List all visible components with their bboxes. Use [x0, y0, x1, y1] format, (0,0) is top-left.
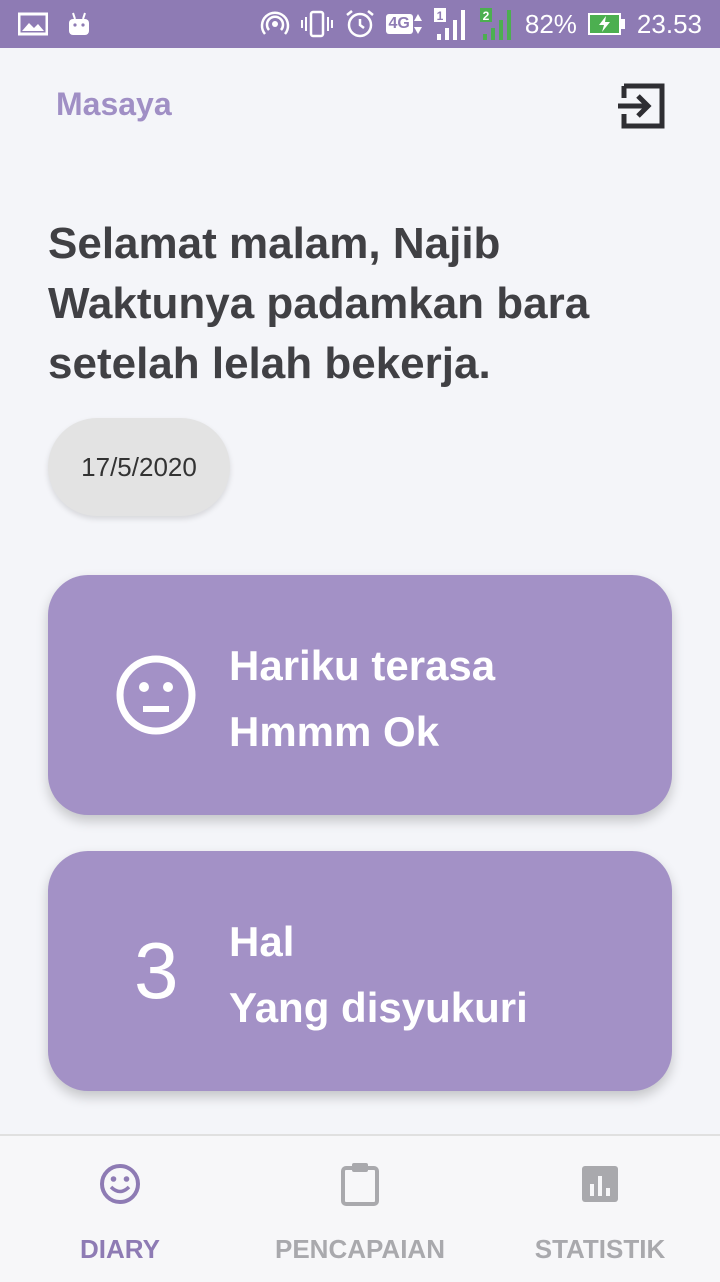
mood-text: Hariku terasa Hmmm Ok [229, 633, 495, 765]
svg-text:2: 2 [483, 9, 490, 23]
battery-percent: 82% [524, 8, 577, 39]
app-title: Masaya [56, 86, 172, 122]
greeting-line: Selamat malam, Najib [48, 219, 501, 268]
gratitude-text: Hal Yang disyukuri [229, 909, 528, 1041]
gratitude-sublabel: Yang disyukuri [229, 984, 528, 1031]
vibrate-icon [300, 9, 334, 39]
exit-icon [618, 83, 665, 129]
nav-item-diary[interactable]: DIARY [0, 1136, 240, 1282]
android-notification-icon [66, 11, 92, 37]
clipboard-icon [341, 1163, 379, 1206]
nav-label: STATISTIK [534, 1234, 666, 1264]
logout-button[interactable] [612, 76, 672, 136]
mood-value: Hmmm Ok [229, 708, 440, 755]
svg-text:1: 1 [437, 9, 444, 23]
greeting-line: Waktunya padamkan bara [48, 279, 590, 328]
status-bar: 4G 1 2 82% 23.53 [0, 0, 720, 48]
smiley-icon [100, 1164, 140, 1204]
bar-chart-icon [582, 1166, 618, 1202]
mood-label: Hariku terasa [229, 642, 496, 689]
network-4g-icon: 4G [385, 13, 423, 35]
gratitude-card[interactable]: 3 Hal Yang disyukuri [48, 851, 672, 1091]
image-notification-icon [18, 12, 48, 36]
nav-label: PENCAPAIAN [275, 1234, 445, 1264]
nav-label: DIARY [80, 1234, 160, 1264]
gratitude-label: Hal [229, 918, 295, 965]
date-chip[interactable]: 17/5/2020 [48, 418, 230, 516]
hotspot-icon [260, 9, 290, 39]
greeting: Selamat malam, Najib Waktunya padamkan b… [48, 214, 668, 394]
gratitude-count: 3 [134, 926, 179, 1015]
nav-item-statistik[interactable]: STATISTIK [480, 1136, 720, 1282]
mood-card[interactable]: Hariku terasa Hmmm Ok [48, 575, 672, 815]
greeting-line: setelah lelah bekerja. [48, 339, 491, 388]
nav-item-pencapaian[interactable]: PENCAPAIAN [240, 1136, 480, 1282]
sim2-signal-icon: 2 [479, 6, 515, 42]
sim1-signal-icon: 1 [433, 6, 469, 42]
bottom-navigation: DIARY PENCAPAIAN STATISTIK [0, 1134, 720, 1282]
neutral-face-icon [116, 655, 196, 735]
battery-charging-icon [587, 11, 627, 37]
alarm-icon [344, 8, 376, 40]
clock: 23.53 [636, 8, 702, 39]
